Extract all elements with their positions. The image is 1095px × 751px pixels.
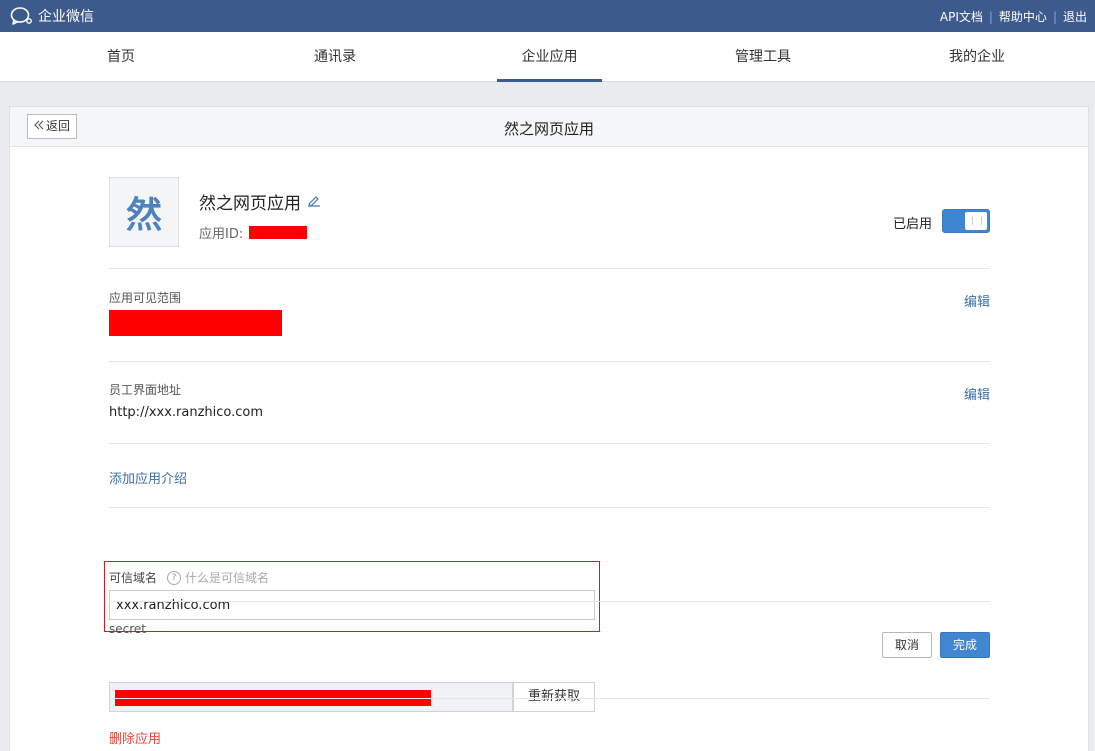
app-id-redaction <box>249 226 308 239</box>
done-button[interactable]: 完成 <box>940 632 990 658</box>
logout-link[interactable]: 退出 <box>1063 8 1087 25</box>
app-detail-panel: 返回 然之网页应用 然 然之网页应用 应用ID: 已启用 应用可见范围 编辑 员… <box>9 106 1089 751</box>
divider <box>109 507 990 508</box>
divider <box>109 268 990 269</box>
divider <box>109 601 990 602</box>
employee-url-label: 员工界面地址 <box>109 383 182 397</box>
main-nav: 首页 通讯录 企业应用 管理工具 我的企业 <box>0 32 1095 82</box>
logo[interactable]: 企业微信 <box>10 6 94 26</box>
trusted-domain-input[interactable] <box>109 590 595 620</box>
visibility-label: 应用可见范围 <box>109 291 182 305</box>
separator: | <box>1052 9 1057 24</box>
secret-field <box>109 682 513 712</box>
top-links: API文档 | 帮助中心 | 退出 <box>940 8 1087 25</box>
app-title: 企业微信 <box>38 9 94 25</box>
enabled-status-label: 已启用 <box>892 217 932 232</box>
refresh-secret-button[interactable]: 重新获取 <box>513 682 595 712</box>
nav-my-enterprise[interactable]: 我的企业 <box>935 32 1019 82</box>
delete-app-link[interactable]: 删除应用 <box>109 728 161 747</box>
nav-home[interactable]: 首页 <box>90 32 152 82</box>
app-id-row: 应用ID: <box>199 223 308 242</box>
employee-url-edit-link[interactable]: 编辑 <box>964 384 990 403</box>
page-title: 然之网页应用 <box>503 120 594 138</box>
top-bar: 企业微信 API文档 | 帮助中心 | 退出 <box>0 0 1095 32</box>
trusted-domain-label-row: 可信域名 ? 什么是可信域名 <box>109 569 269 586</box>
visibility-edit-link[interactable]: 编辑 <box>964 291 990 310</box>
help-center-link[interactable]: 帮助中心 <box>999 8 1047 25</box>
visibility-redaction <box>109 310 282 336</box>
trusted-domain-help-label: 什么是可信域名 <box>185 571 270 585</box>
toggle-knob <box>965 212 987 230</box>
question-icon: ? <box>167 570 182 585</box>
secret-label: secret <box>109 622 146 636</box>
trusted-domain-box: 可信域名 ? 什么是可信域名 <box>104 561 600 632</box>
nav-management-tools[interactable]: 管理工具 <box>722 32 804 82</box>
app-name-row: 然之网页应用 <box>199 189 321 214</box>
trusted-domain-help[interactable]: ? 什么是可信域名 <box>167 569 269 586</box>
app-avatar[interactable]: 然 <box>109 177 179 247</box>
enable-toggle[interactable] <box>942 209 990 233</box>
api-docs-link[interactable]: API文档 <box>940 8 983 25</box>
wecom-logo-icon <box>10 6 34 26</box>
panel-header: 返回 然之网页应用 <box>10 107 1088 147</box>
separator: | <box>988 9 993 24</box>
nav-contacts[interactable]: 通讯录 <box>298 32 372 82</box>
divider <box>109 698 990 699</box>
nav-enterprise-apps[interactable]: 企业应用 <box>497 32 602 82</box>
edit-pencil-icon[interactable] <box>307 192 321 212</box>
add-app-intro-link[interactable]: 添加应用介绍 <box>109 468 187 487</box>
employee-url-value: http://xxx.ranzhico.com <box>109 405 264 420</box>
divider <box>109 361 990 362</box>
app-id-label: 应用ID: <box>199 227 244 242</box>
app-name: 然之网页应用 <box>199 194 301 214</box>
divider <box>109 443 990 444</box>
cancel-button[interactable]: 取消 <box>882 632 932 658</box>
trusted-domain-label: 可信域名 <box>109 571 158 585</box>
